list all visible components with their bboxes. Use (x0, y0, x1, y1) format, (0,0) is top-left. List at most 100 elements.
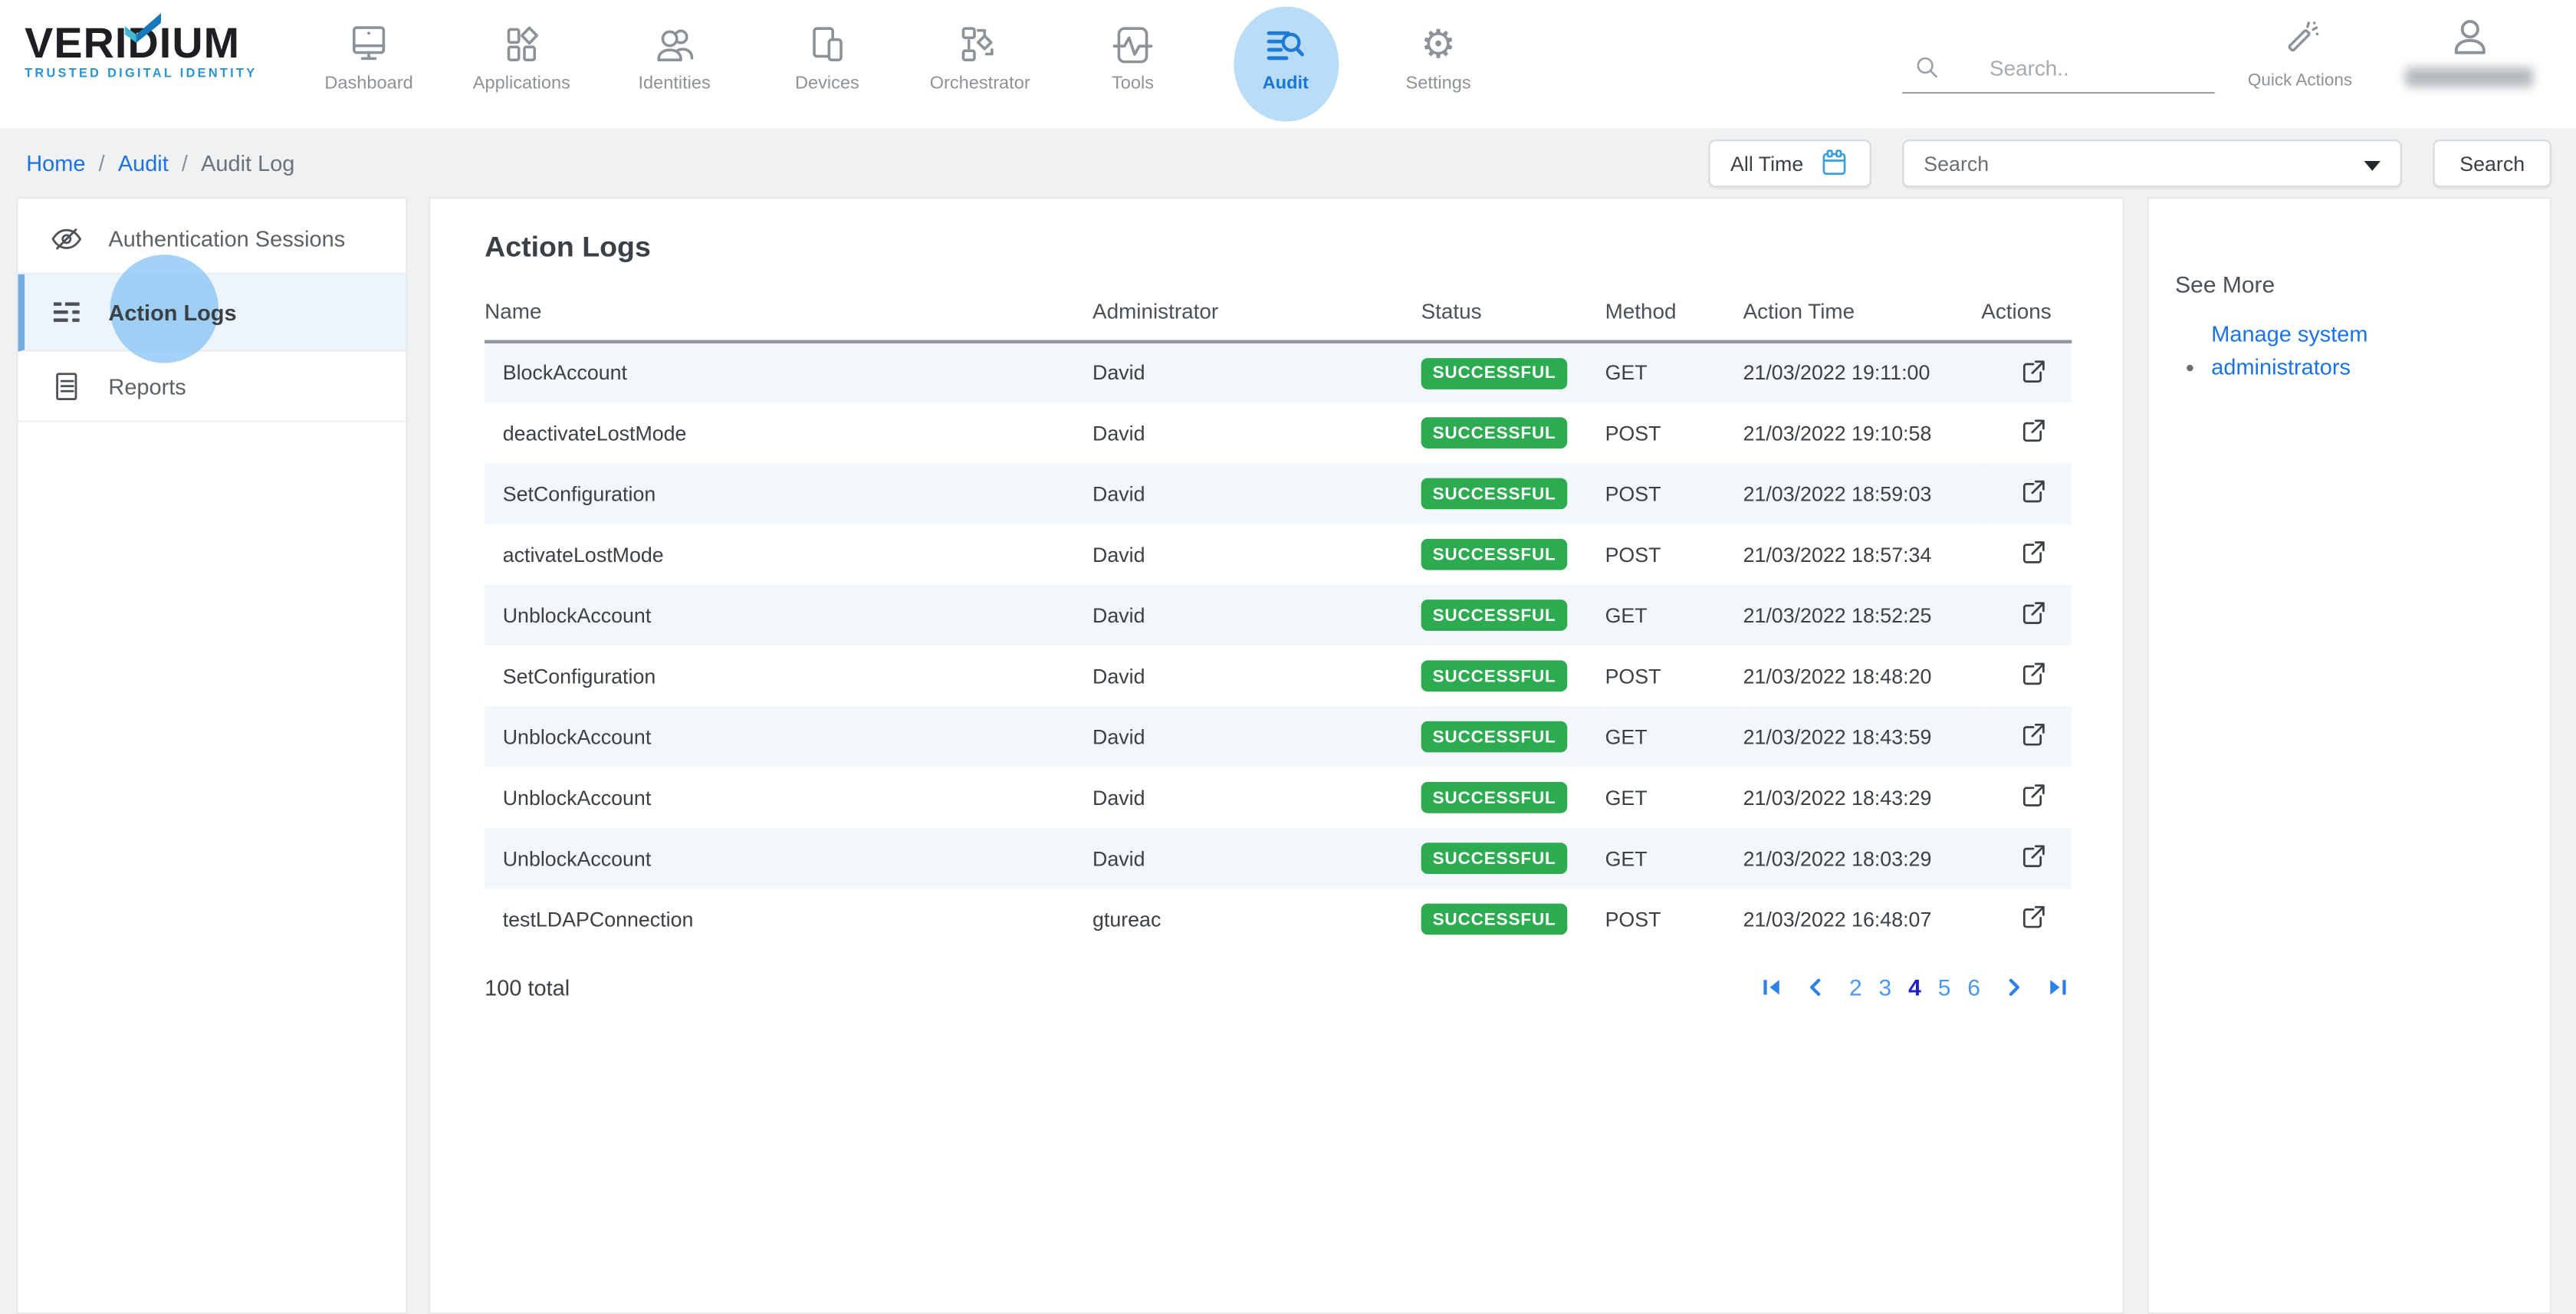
identities-icon (652, 18, 697, 71)
brand-logo[interactable]: VERIDIUM TRUSTED DIGITAL IDENTITY (25, 21, 288, 80)
pagination-last-button[interactable] (2047, 977, 2068, 997)
breadcrumb-audit-link[interactable]: Audit (118, 150, 169, 175)
open-log-details-button[interactable] (2019, 841, 2049, 871)
user-menu[interactable] (2399, 15, 2540, 87)
pagination-page-5[interactable]: 5 (1937, 974, 1951, 1000)
veridium-admin-console: VERIDIUM TRUSTED DIGITAL IDENTITY Dashbo… (0, 0, 2576, 1314)
column-header-name[interactable]: Name (485, 286, 1092, 342)
table-row: deactivateLostModeDavidSUCCESSFULPOST21/… (485, 402, 2072, 463)
column-header-status: Status (1421, 286, 1605, 342)
nav-item-tools[interactable]: Tools (1056, 10, 1209, 118)
cell-action-time: 21/03/2022 18:57:34 (1743, 524, 1982, 585)
column-header-method[interactable]: Method (1605, 286, 1743, 342)
cell-administrator: David (1092, 828, 1421, 889)
quick-actions-button[interactable]: Quick Actions (2244, 18, 2356, 90)
cell-actions (1981, 767, 2072, 828)
status-badge: SUCCESSFUL (1421, 600, 1568, 631)
global-search-input[interactable]: Search.. (1902, 43, 2214, 94)
cell-method: POST (1605, 463, 1743, 524)
open-log-details-button[interactable] (2019, 720, 2049, 750)
eye-off-icon (49, 221, 84, 255)
sidebar-item-label: Authentication Sessions (108, 226, 345, 251)
cell-status: SUCCESSFUL (1421, 463, 1605, 524)
search-icon (1912, 53, 1942, 83)
cell-actions (1981, 402, 2072, 463)
sidebar-item-reports[interactable]: Reports (18, 352, 406, 422)
pagination-page-2[interactable]: 2 (1848, 974, 1863, 1000)
pagination-page-4[interactable]: 4 (1907, 974, 1922, 1000)
open-log-details-button[interactable] (2019, 902, 2049, 931)
cell-administrator: David (1092, 706, 1421, 767)
brand-name: VERIDIUM (25, 21, 288, 64)
table-row: SetConfigurationDavidSUCCESSFULPOST21/03… (485, 463, 2072, 524)
cell-administrator: David (1092, 463, 1421, 524)
nav-item-orchestrator[interactable]: Orchestrator (904, 10, 1056, 118)
cell-method: POST (1605, 524, 1743, 585)
column-header-actions: Actions (1981, 286, 2072, 342)
devices-icon (805, 18, 849, 71)
open-log-details-button[interactable] (2019, 537, 2049, 567)
breadcrumb-current-page: Audit Log (201, 150, 294, 175)
cell-name: SetConfiguration (485, 646, 1092, 706)
nav-item-label: Audit (1263, 74, 1309, 94)
status-badge: SUCCESSFUL (1421, 660, 1568, 691)
status-badge: SUCCESSFUL (1421, 357, 1568, 389)
search-field-select[interactable]: Search (1902, 140, 2401, 187)
manage-system-administrators-link[interactable]: Manage system administrators (2211, 319, 2405, 383)
pagination-first-button[interactable] (1761, 977, 1783, 997)
nav-item-label: Applications (473, 74, 570, 94)
cell-method: POST (1605, 646, 1743, 706)
brand-check-icon (122, 8, 165, 51)
cell-name: deactivateLostMode (485, 402, 1092, 463)
nav-item-label: Settings (1405, 74, 1470, 94)
cell-method: POST (1605, 402, 1743, 463)
cell-name: UnblockAccount (485, 585, 1092, 646)
breadcrumb-home-link[interactable]: Home (26, 150, 85, 175)
cell-administrator: David (1092, 524, 1421, 585)
breadcrumb-separator: / (182, 150, 188, 175)
open-log-details-button[interactable] (2019, 659, 2049, 688)
cell-method: GET (1605, 342, 1743, 402)
nav-item-applications[interactable]: Applications (445, 10, 598, 118)
see-more-list: Manage system administrators (2175, 319, 2523, 383)
column-header-administrator[interactable]: Administrator (1092, 286, 1421, 342)
cell-method: GET (1605, 767, 1743, 828)
open-log-details-button[interactable] (2019, 476, 2049, 506)
cell-actions (1981, 524, 2072, 585)
pagination-page-3[interactable]: 3 (1878, 974, 1892, 1000)
pagination-page-6[interactable]: 6 (1967, 974, 1981, 1000)
nav-item-devices[interactable]: Devices (751, 10, 903, 118)
cell-actions (1981, 646, 2072, 706)
time-range-button[interactable]: All Time (1709, 140, 1871, 187)
chevron-down-icon (2364, 161, 2380, 171)
cell-method: GET (1605, 706, 1743, 767)
cell-name: activateLostMode (485, 524, 1092, 585)
pagination-prev-button[interactable] (1806, 977, 1825, 997)
audit-icon (1263, 18, 1308, 71)
status-badge: SUCCESSFUL (1421, 904, 1568, 935)
table-row: testLDAPConnectiongtureacSUCCESSFULPOST2… (485, 889, 2072, 949)
sidebar-item-action-logs[interactable]: Action Logs (18, 274, 406, 352)
open-log-details-button[interactable] (2019, 598, 2049, 628)
cell-status: SUCCESSFUL (1421, 828, 1605, 889)
nav-item-settings[interactable]: ⚙Settings (1362, 10, 1514, 118)
nav-item-identities[interactable]: Identities (598, 10, 751, 118)
nav-item-audit[interactable]: Audit (1209, 10, 1362, 118)
pagination-next-button[interactable] (2004, 977, 2024, 997)
open-log-details-button[interactable] (2019, 356, 2049, 386)
magic-wand-icon (2279, 18, 2321, 60)
nav-item-label: Identities (638, 74, 710, 94)
cell-status: SUCCESSFUL (1421, 402, 1605, 463)
cell-status: SUCCESSFUL (1421, 889, 1605, 949)
page-title: Action Logs (485, 230, 2122, 264)
nav-item-label: Devices (795, 74, 859, 94)
table-row: UnblockAccountDavidSUCCESSFULGET21/03/20… (485, 585, 2072, 646)
sidebar-item-authentication-sessions[interactable]: Authentication Sessions (18, 204, 406, 274)
cell-status: SUCCESSFUL (1421, 342, 1605, 402)
column-header-action-time[interactable]: Action Time (1743, 286, 1982, 342)
top-bar: VERIDIUM TRUSTED DIGITAL IDENTITY Dashbo… (0, 0, 2576, 128)
nav-item-dashboard[interactable]: Dashboard (292, 10, 445, 118)
search-submit-button[interactable]: Search (2433, 140, 2551, 187)
open-log-details-button[interactable] (2019, 780, 2049, 810)
open-log-details-button[interactable] (2019, 416, 2049, 445)
